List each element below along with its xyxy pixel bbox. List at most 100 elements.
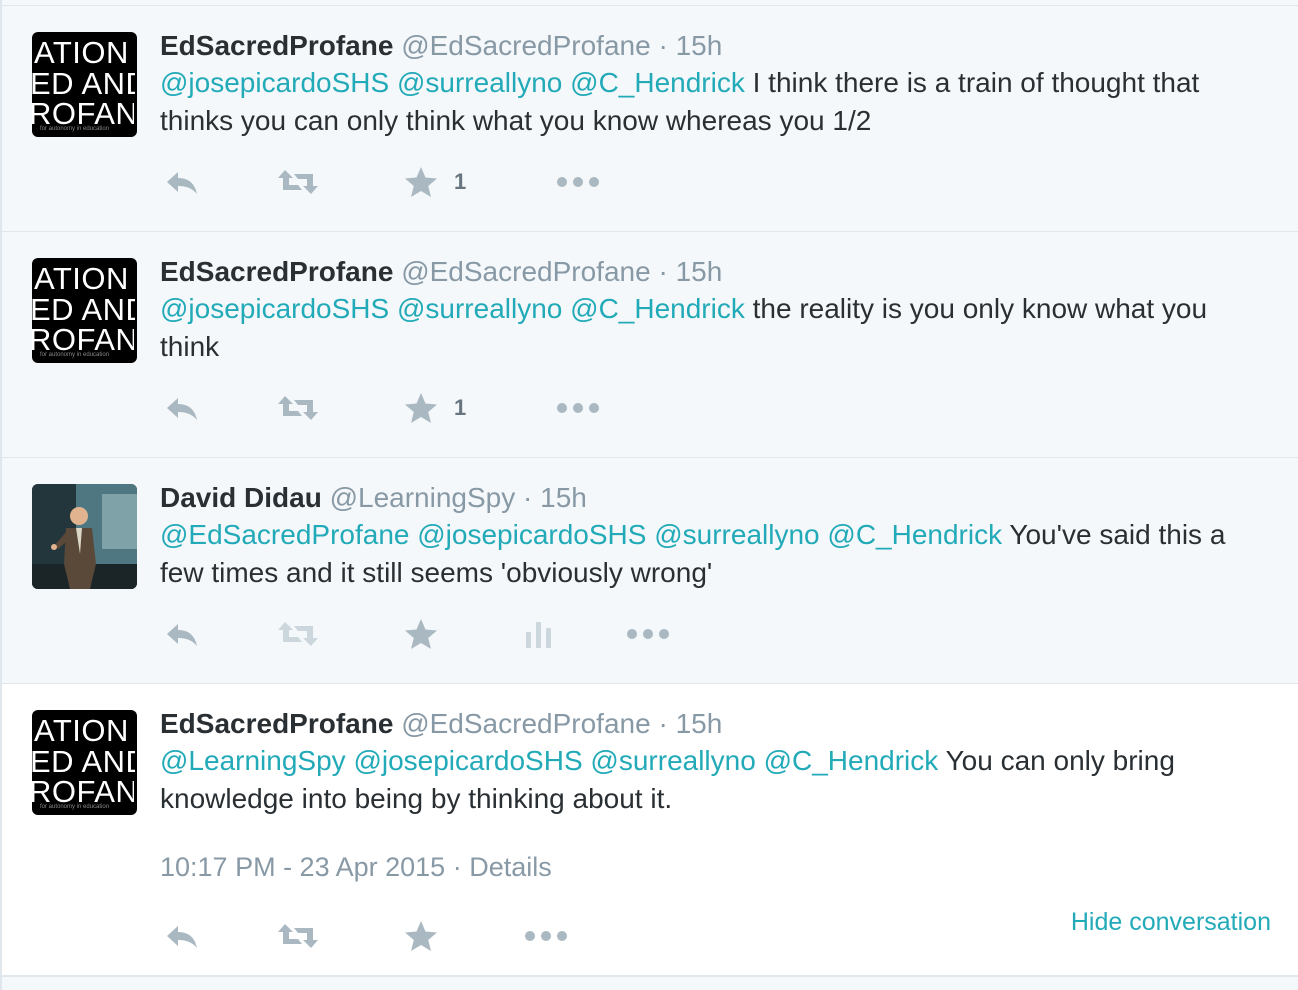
reply-button[interactable] bbox=[164, 614, 200, 654]
star-icon bbox=[404, 920, 438, 952]
tweet-actions: 1 bbox=[160, 388, 760, 428]
speaker-photo bbox=[32, 484, 137, 589]
full-timestamp: 10:17 PM - 23 Apr 2015 bbox=[160, 852, 446, 882]
tweet-text: @EdSacredProfane @josepicardoSHS @surrea… bbox=[160, 516, 1270, 592]
mention-link[interactable]: @C_Hendrick bbox=[764, 745, 939, 776]
tweet[interactable]: David Didau @LearningSpy · 15h @EdSacred… bbox=[2, 458, 1298, 684]
favorite-button[interactable]: 1 bbox=[404, 162, 466, 202]
analytics-button[interactable] bbox=[524, 614, 554, 654]
timestamp-link[interactable]: 15h bbox=[676, 256, 723, 287]
mention-link[interactable]: @josepicardoSHS bbox=[160, 67, 389, 98]
more-dots-icon bbox=[556, 175, 600, 189]
favorite-count: 1 bbox=[454, 169, 467, 194]
fullname[interactable]: EdSacredProfane bbox=[160, 30, 393, 61]
avatar[interactable]: ATION ED AND ROFAN for autonomy in educa… bbox=[32, 710, 137, 815]
reply-button[interactable] bbox=[164, 162, 200, 202]
focused-tweet[interactable]: ATION ED AND ROFAN for autonomy in educa… bbox=[2, 684, 1298, 976]
retweet-icon bbox=[276, 168, 320, 196]
retweet-icon bbox=[276, 922, 320, 950]
details-link[interactable]: Details bbox=[469, 852, 552, 882]
analytics-icon bbox=[524, 618, 554, 650]
avatar-logo-text: ROFAN bbox=[32, 324, 134, 355]
separator: · bbox=[658, 708, 668, 739]
mention-link[interactable]: @josepicardoSHS bbox=[417, 519, 646, 550]
mention-link[interactable]: @LearningSpy bbox=[160, 745, 346, 776]
fullname[interactable]: David Didau bbox=[160, 482, 322, 513]
mention-link[interactable]: @EdSacredProfane bbox=[160, 519, 409, 550]
avatar-logo-tagline: for autonomy in education bbox=[40, 352, 110, 358]
favorite-button[interactable]: 1 bbox=[404, 388, 466, 428]
separator: · bbox=[523, 482, 533, 513]
separator: · bbox=[658, 30, 668, 61]
tweet[interactable]: ATION ED AND ROFAN for autonomy in educa… bbox=[2, 232, 1298, 458]
mention-link[interactable]: @C_Hendrick bbox=[570, 67, 745, 98]
tweet-header: EdSacredProfane @EdSacredProfane · 15h bbox=[160, 258, 722, 286]
tweet-actions: 1 bbox=[160, 162, 760, 202]
avatar[interactable]: ATION ED AND ROFAN for autonomy in educa… bbox=[32, 258, 137, 363]
avatar-logo-text: ED AND bbox=[32, 746, 135, 777]
tweet-header: EdSacredProfane @EdSacredProfane · 15h bbox=[160, 32, 722, 60]
separator: · bbox=[658, 256, 668, 287]
reply-button[interactable] bbox=[164, 916, 200, 956]
mention-link[interactable]: @surreallyno bbox=[397, 67, 562, 98]
reply-icon bbox=[164, 394, 200, 422]
star-icon bbox=[404, 392, 438, 424]
avatar-logo-text: ROFAN bbox=[32, 98, 134, 129]
fullname[interactable]: EdSacredProfane bbox=[160, 256, 393, 287]
more-button[interactable] bbox=[556, 388, 600, 428]
reply-icon bbox=[164, 922, 200, 950]
timestamp-link[interactable]: 15h bbox=[676, 708, 723, 739]
more-button[interactable] bbox=[556, 162, 600, 202]
more-button[interactable] bbox=[626, 614, 670, 654]
timestamp-link[interactable]: 15h bbox=[540, 482, 587, 513]
star-icon bbox=[404, 618, 438, 650]
tweet-meta: 10:17 PM - 23 Apr 2015 · Details bbox=[160, 852, 552, 883]
tweet-text: @josepicardoSHS @surreallyno @C_Hendrick… bbox=[160, 64, 1270, 140]
screen-name[interactable]: @LearningSpy bbox=[330, 482, 516, 513]
reply-icon bbox=[164, 620, 200, 648]
avatar-logo-text: ATION bbox=[34, 37, 129, 68]
tweet-text: @josepicardoSHS @surreallyno @C_Hendrick… bbox=[160, 290, 1270, 366]
more-button[interactable] bbox=[524, 916, 568, 956]
avatar-logo-text: ED AND bbox=[32, 294, 135, 325]
tweet[interactable]: ATION ED AND ROFAN for autonomy in educa… bbox=[2, 6, 1298, 232]
avatar-logo-text: ATION bbox=[34, 715, 129, 746]
mention-link[interactable]: @surreallyno bbox=[397, 293, 562, 324]
retweet-button[interactable] bbox=[276, 614, 320, 654]
separator: · bbox=[452, 852, 462, 882]
mention-link[interactable]: @C_Hendrick bbox=[570, 293, 745, 324]
avatar-logo-text: ED AND bbox=[32, 68, 135, 99]
avatar-logo-text: ROFAN bbox=[32, 776, 134, 807]
more-dots-icon bbox=[524, 929, 568, 943]
favorite-button[interactable] bbox=[404, 916, 438, 956]
more-dots-icon bbox=[556, 401, 600, 415]
mention-link[interactable]: @josepicardoSHS bbox=[353, 745, 582, 776]
mention-link[interactable]: @surreallyno bbox=[654, 519, 819, 550]
bottom-divider bbox=[2, 976, 1298, 990]
tweet-header: EdSacredProfane @EdSacredProfane · 15h bbox=[160, 710, 722, 738]
hide-conversation-link[interactable]: Hide conversation bbox=[1071, 908, 1271, 937]
reply-icon bbox=[164, 168, 200, 196]
retweet-button[interactable] bbox=[276, 916, 320, 956]
avatar[interactable]: ATION ED AND ROFAN for autonomy in educa… bbox=[32, 32, 137, 137]
retweet-button[interactable] bbox=[276, 162, 320, 202]
avatar-logo-text: ATION bbox=[34, 263, 129, 294]
fullname[interactable]: EdSacredProfane bbox=[160, 708, 393, 739]
avatar-logo-tagline: for autonomy in education bbox=[40, 804, 110, 810]
retweet-button[interactable] bbox=[276, 388, 320, 428]
screen-name[interactable]: @EdSacredProfane bbox=[401, 30, 650, 61]
tweet-actions bbox=[160, 916, 760, 956]
tweet-actions bbox=[160, 614, 760, 654]
reply-button[interactable] bbox=[164, 388, 200, 428]
avatar[interactable] bbox=[32, 484, 137, 589]
mention-link[interactable]: @C_Hendrick bbox=[827, 519, 1002, 550]
favorite-button[interactable] bbox=[404, 614, 438, 654]
timestamp-link[interactable]: 15h bbox=[676, 30, 723, 61]
screen-name[interactable]: @EdSacredProfane bbox=[401, 708, 650, 739]
mention-link[interactable]: @surreallyno bbox=[590, 745, 755, 776]
screen-name[interactable]: @EdSacredProfane bbox=[401, 256, 650, 287]
star-icon bbox=[404, 166, 438, 198]
mention-link[interactable]: @josepicardoSHS bbox=[160, 293, 389, 324]
retweet-icon bbox=[276, 620, 320, 648]
avatar-logo-tagline: for autonomy in education bbox=[40, 126, 110, 132]
